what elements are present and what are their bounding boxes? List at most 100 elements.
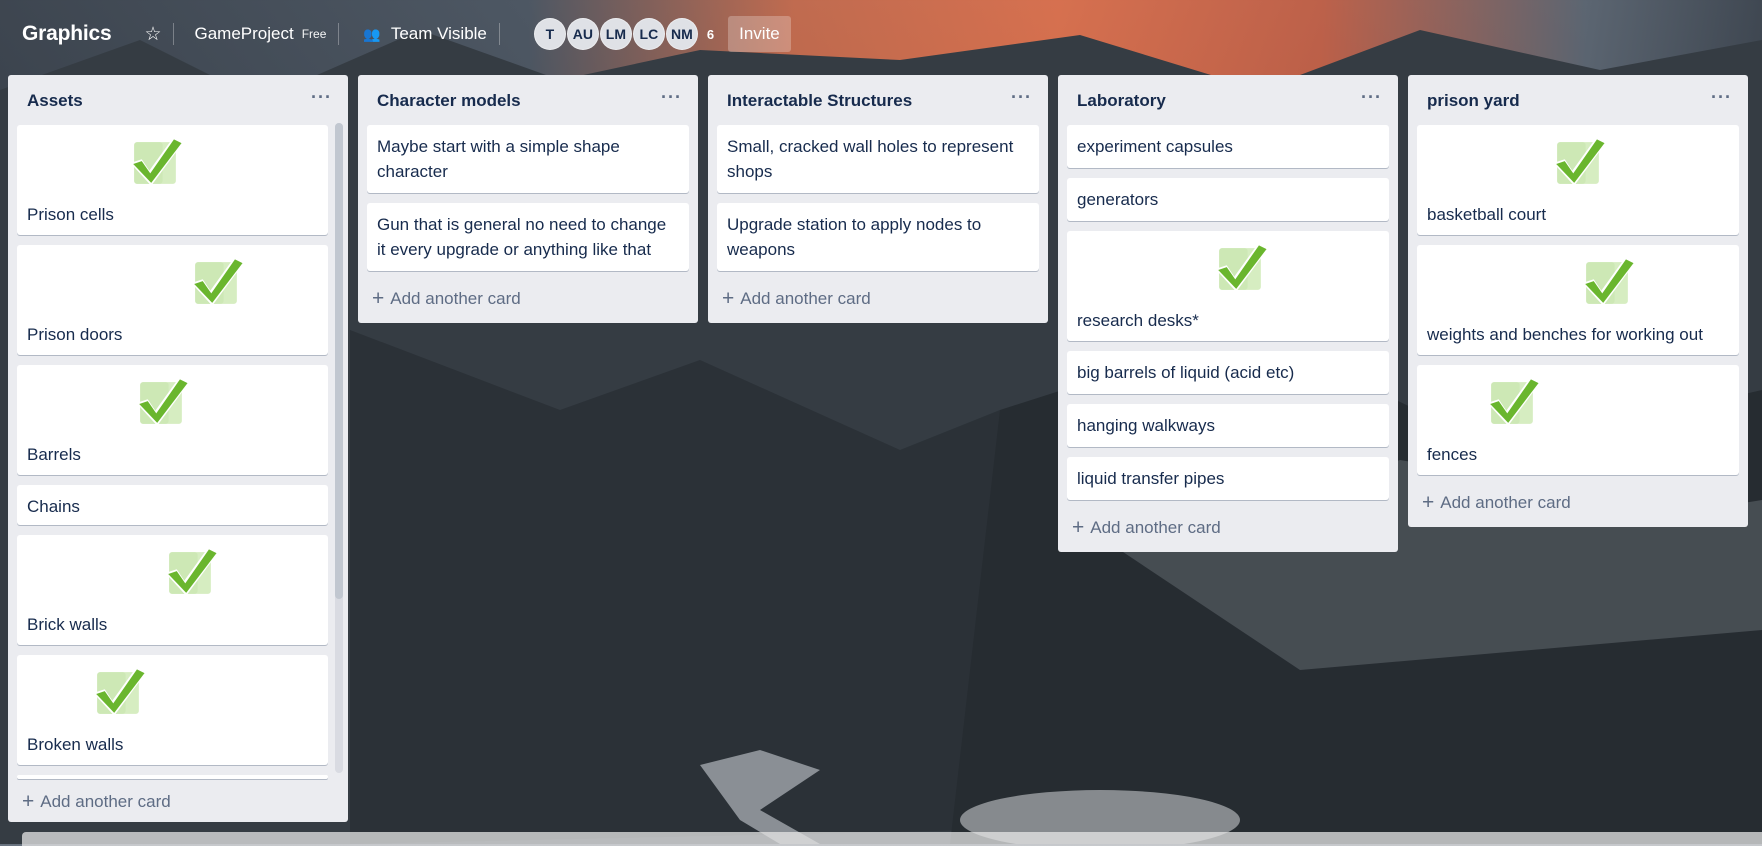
add-card-button[interactable]: + Add another card <box>1058 510 1398 546</box>
card-list: basketball court weights and benches for… <box>1408 125 1748 475</box>
card-title: Prison doors <box>27 325 123 344</box>
list-prison-yard[interactable]: prison yard ··· basketball court weights… <box>1408 75 1748 527</box>
card[interactable]: hanging walkways <box>1067 404 1389 447</box>
add-card-button[interactable]: + Add another card <box>708 281 1048 317</box>
divider <box>338 23 340 45</box>
add-card-button[interactable]: + Add another card <box>358 281 698 317</box>
add-card-label: Add another card <box>390 289 521 308</box>
card[interactable]: generators <box>1067 178 1389 221</box>
member-count[interactable]: 6 <box>707 27 714 42</box>
card[interactable]: Prison doors <box>17 245 328 355</box>
avatar[interactable]: T <box>533 18 566 50</box>
card[interactable]: Maybe start with a simple shape characte… <box>367 125 689 193</box>
card-title: generators <box>1077 190 1159 209</box>
card-title: Brick walls <box>27 615 108 634</box>
add-card-button[interactable]: + Add another card <box>8 784 171 820</box>
card[interactable]: Chains <box>17 485 328 525</box>
plus-icon: + <box>372 287 385 310</box>
add-card-label: Add another card <box>1090 518 1221 537</box>
card[interactable]: Brick walls <box>17 535 328 645</box>
team-icon[interactable]: 👥 <box>363 18 380 50</box>
list-menu-icon[interactable]: ··· <box>311 87 332 108</box>
list-character-models[interactable]: Character models ··· Maybe start with a … <box>358 75 698 323</box>
member-avatars: T AU LM LC NM <box>533 18 699 50</box>
list-menu-icon[interactable]: ··· <box>661 87 682 108</box>
checkmark-sticker-icon <box>1215 242 1269 292</box>
checkmark-sticker-icon <box>1553 136 1607 186</box>
board-header: Graphics ☆ GameProject Free 👥 Team Visib… <box>0 12 1762 56</box>
list-title[interactable]: prison yard <box>1427 91 1520 111</box>
list-title[interactable]: Interactable Structures <box>727 91 912 111</box>
add-card-label: Add another card <box>1440 493 1571 512</box>
avatar[interactable]: NM <box>665 18 698 50</box>
divider <box>173 23 175 45</box>
card[interactable]: fences <box>1417 365 1739 475</box>
card[interactable]: big barrels of liquid (acid etc) <box>1067 351 1389 394</box>
card[interactable]: Small, cracked wall holes to represent s… <box>717 125 1039 193</box>
team-plan-badge: Free <box>301 27 327 41</box>
list-title[interactable]: Assets <box>27 91 83 111</box>
card-title: Barrels <box>27 445 81 464</box>
star-icon[interactable]: ☆ <box>144 18 161 50</box>
card-title: Small, cracked wall holes to represent s… <box>727 137 1014 181</box>
scrollbar-thumb[interactable] <box>335 123 343 599</box>
add-card-label: Add another card <box>40 792 171 811</box>
card-title: basketball court <box>1427 205 1547 224</box>
list-header: prison yard ··· <box>1408 75 1748 125</box>
card[interactable]: experiment capsules <box>1067 125 1389 168</box>
card[interactable]: liquid transfer pipes <box>1067 457 1389 500</box>
card-list: experiment capsules generators research … <box>1058 125 1398 500</box>
list-menu-icon[interactable]: ··· <box>1711 87 1732 108</box>
list-menu-icon[interactable]: ··· <box>1011 87 1032 108</box>
checkmark-sticker-icon <box>1582 256 1636 306</box>
card-title: experiment capsules <box>1077 137 1233 156</box>
card[interactable]: research desks* <box>1067 231 1389 341</box>
invite-button[interactable]: Invite <box>728 16 791 52</box>
add-card-label: Add another card <box>740 289 871 308</box>
card[interactable]: basketball court <box>1417 125 1739 235</box>
list-menu-icon[interactable]: ··· <box>1361 87 1382 108</box>
plus-icon: + <box>722 287 735 310</box>
plus-icon: + <box>22 790 35 813</box>
list-header: Laboratory ··· <box>1058 75 1398 125</box>
visibility-label[interactable]: Team Visible <box>391 18 487 50</box>
card-title: Broken walls <box>27 735 124 754</box>
checkmark-sticker-icon <box>93 666 147 716</box>
card-title: Maybe start with a simple shape characte… <box>377 137 620 181</box>
list-title[interactable]: Character models <box>377 91 521 111</box>
list-assets[interactable]: Assets ··· Prison cells Prison doors Bar… <box>8 75 348 822</box>
card[interactable]: Barrels <box>17 365 328 475</box>
card-list: Maybe start with a simple shape characte… <box>358 125 698 271</box>
card[interactable]: Broken walls <box>17 655 328 765</box>
list-laboratory[interactable]: Laboratory ··· experiment capsules gener… <box>1058 75 1398 552</box>
checkmark-sticker-icon <box>136 376 190 426</box>
card[interactable]: weights and benches for working out <box>1417 245 1739 355</box>
list-interactable-structures[interactable]: Interactable Structures ··· Small, crack… <box>708 75 1048 323</box>
list-title[interactable]: Laboratory <box>1077 91 1166 111</box>
card-list: Prison cells Prison doors Barrels Chains… <box>8 125 348 779</box>
list-header: Assets ··· <box>8 75 348 125</box>
card-title: Chains <box>27 497 80 516</box>
plus-icon: + <box>1072 516 1085 539</box>
card[interactable]: Gun that is general no need to change it… <box>367 203 689 271</box>
checkmark-sticker-icon <box>191 256 245 306</box>
avatar[interactable]: AU <box>566 18 599 50</box>
card[interactable]: Prison cells <box>17 125 328 235</box>
card-list: Small, cracked wall holes to represent s… <box>708 125 1048 271</box>
board-title[interactable]: Graphics <box>22 22 112 46</box>
card-partial[interactable] <box>17 775 328 779</box>
plus-icon: + <box>1422 491 1435 514</box>
team-name[interactable]: GameProject <box>194 18 293 50</box>
add-card-button[interactable]: + Add another card <box>1408 485 1748 521</box>
card-title: weights and benches for working out <box>1427 325 1703 344</box>
card-title: big barrels of liquid (acid etc) <box>1077 363 1295 382</box>
list-header: Character models ··· <box>358 75 698 125</box>
avatar[interactable]: LM <box>599 18 632 50</box>
list-header: Interactable Structures ··· <box>708 75 1048 125</box>
card-title: hanging walkways <box>1077 416 1215 435</box>
card-title: research desks* <box>1077 311 1199 330</box>
card-title: Gun that is general no need to change it… <box>377 215 667 259</box>
card-title: Prison cells <box>27 205 114 224</box>
avatar[interactable]: LC <box>632 18 665 50</box>
card[interactable]: Upgrade station to apply nodes to weapon… <box>717 203 1039 271</box>
